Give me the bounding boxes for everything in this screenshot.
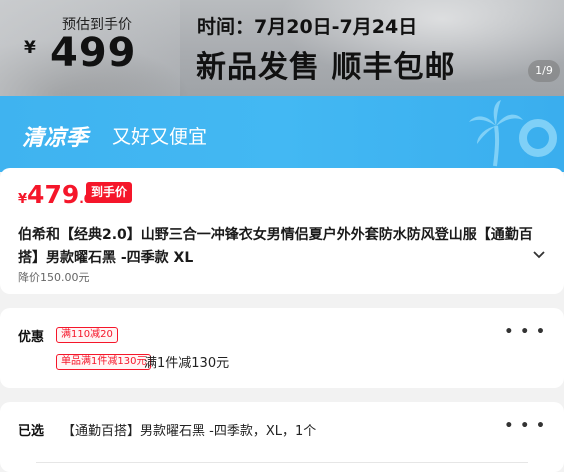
product-card: ¥ 479 .00 到手价 伯希和【经典2.0】山野三合一冲锋衣女男情侣夏户外外…	[0, 168, 564, 294]
price-drop-text: 降价150.00元	[18, 271, 90, 284]
swim-ring-icon	[519, 119, 557, 157]
palm-tree-icon	[469, 100, 523, 167]
final-price-badge: 到手价	[86, 182, 133, 203]
divider	[36, 462, 528, 463]
coupon-badge[interactable]: 满110减20	[56, 327, 118, 343]
sale-time: 时间：7月20日-7月24日	[197, 16, 418, 38]
chevron-down-icon[interactable]	[532, 250, 546, 260]
hero-currency: ¥	[24, 38, 36, 58]
selected-spec-value: 【通勤百搭】男款曜石黑 -四季款，XL，1个	[62, 424, 317, 439]
single-item-discount-tag: 单品满1件减130元	[56, 354, 152, 370]
hero-price: 499	[50, 30, 137, 76]
image-pager: 1/9	[528, 60, 560, 82]
promo-label: 优惠	[18, 330, 45, 345]
season-title: 清凉季	[22, 126, 89, 151]
promotion-card[interactable]: 优惠 满110减20 • • • 单品满1件减130元 满1件减130元	[0, 308, 564, 388]
more-dots-icon[interactable]: • • •	[504, 418, 546, 434]
product-title: 伯希和【经典2.0】山野三合一冲锋衣女男情侣夏户外外套防水防风登山服【通勤百搭】…	[18, 227, 533, 266]
more-dots-icon[interactable]: • • •	[504, 324, 546, 340]
season-subtitle: 又好又便宜	[112, 126, 208, 148]
hero-slogan: 新品发售 顺丰包邮	[196, 50, 456, 85]
price-currency: ¥	[18, 192, 28, 207]
price-integer: 479	[27, 180, 80, 209]
selected-spec-card[interactable]: 已选 【通勤百搭】男款曜石黑 -四季款，XL，1个 • • •	[0, 402, 564, 472]
season-banner[interactable]: 清凉季 又好又便宜	[0, 96, 564, 172]
selected-label: 已选	[18, 424, 45, 439]
hero-banner[interactable]: 预估到手价 ¥ 499 时间：7月20日-7月24日 新品发售 顺丰包邮 1/9	[0, 0, 564, 96]
single-item-discount-text: 满1件减130元	[144, 356, 230, 371]
